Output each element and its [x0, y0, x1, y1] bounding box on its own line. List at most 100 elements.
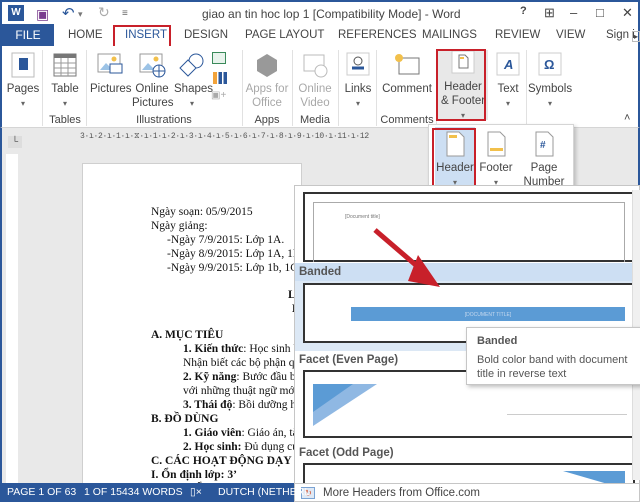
- doc-line: -Ngày 7/9/2015: Lớp 1A.: [167, 234, 285, 246]
- online-video-icon: [303, 54, 328, 78]
- doc-line: -Ngày 9/9/2015: Lớp 1b, 1C: [167, 262, 298, 274]
- tab-view[interactable]: VIEW: [556, 29, 585, 41]
- chart-icon[interactable]: [213, 72, 227, 84]
- undo-dropdown-icon[interactable]: ▾: [78, 9, 83, 20]
- title-bar: W ▣ ↶ ▾ ↻ ≡ giao an tin hoc lop 1 [Compa…: [0, 0, 640, 24]
- banded-heading: Banded: [295, 263, 639, 281]
- table-label: Table: [51, 83, 79, 95]
- online-pictures-button[interactable]: Online Pictures: [132, 52, 174, 110]
- svg-text:Ω: Ω: [544, 57, 554, 72]
- online-pictures-label: Online Pictures: [132, 83, 174, 109]
- links-button[interactable]: Links ▾: [342, 52, 374, 111]
- redo-icon[interactable]: ↻: [98, 4, 110, 21]
- tooltip-title: Banded: [477, 335, 518, 347]
- undo-icon[interactable]: ↶: [62, 4, 75, 22]
- document-page[interactable]: Ngày soạn: 05/9/2015 Ngày giảng: -Ngày 7…: [82, 163, 308, 495]
- apps-for-office-button[interactable]: Apps for Office: [245, 52, 289, 110]
- pictures-icon: [97, 53, 123, 74]
- comment-icon: [395, 54, 420, 75]
- tab-design[interactable]: DESIGN: [184, 29, 228, 41]
- shapes-button[interactable]: Shapes ▾: [174, 52, 214, 111]
- screenshot-icon[interactable]: ▣+: [211, 90, 226, 101]
- smartart-icon[interactable]: [212, 52, 226, 64]
- a2-text: : Bước đầu b: [236, 371, 296, 383]
- comment-button[interactable]: Comment: [380, 52, 434, 96]
- symbols-dropdown-icon: ▾: [547, 99, 552, 108]
- language-status[interactable]: DUTCH (NETHERL: [218, 483, 310, 502]
- text-button[interactable]: A Text ▾: [492, 52, 524, 111]
- word-count-status[interactable]: 1 OF 15434 WORDS: [84, 483, 183, 502]
- tab-selector-button[interactable]: └: [8, 136, 22, 148]
- online-pictures-icon: [139, 53, 166, 78]
- b2-label: 2. Học sinh:: [183, 441, 242, 453]
- links-dropdown-icon: ▾: [355, 99, 360, 108]
- horizontal-ruler[interactable]: 3·ı·2·ı·1·ı·⧖·ı·1·ı·2·ı·3·ı·4·ı·5·ı·6·ı·…: [80, 132, 440, 146]
- tabs-scroll-right-button[interactable]: ▸: [632, 31, 640, 42]
- annotation-arrow: [373, 228, 440, 287]
- section-c-heading: C. CÁC HOẠT ĐỘNG DẠY: [151, 455, 292, 467]
- tab-file[interactable]: FILE: [2, 24, 54, 46]
- b2-text: Đủ dụng cụ: [241, 441, 299, 453]
- minimize-button[interactable]: –: [570, 5, 577, 20]
- comment-label: Comment: [382, 83, 432, 95]
- apps-for-office-icon: [257, 54, 277, 77]
- facet-odd-header-thumbnail[interactable]: [303, 463, 635, 484]
- pages-dropdown-icon: ▾: [20, 99, 25, 108]
- proofing-icon[interactable]: ▯×: [190, 483, 202, 502]
- pictures-button[interactable]: Pictures: [90, 52, 132, 96]
- pictures-label: Pictures: [90, 83, 132, 95]
- tab-page-layout[interactable]: PAGE LAYOUT: [245, 29, 324, 41]
- header-footer-highlight: [436, 49, 486, 121]
- a3-label: 3. Thái độ: [183, 399, 233, 411]
- doc-line: 1. Giáo viên: Giáo án, tà: [183, 427, 298, 439]
- close-button[interactable]: ✕: [622, 5, 633, 21]
- section-a-heading: A. MỤC TIÊU: [151, 329, 224, 341]
- text-icon: A: [496, 52, 520, 76]
- group-media-label: Media: [300, 114, 330, 126]
- banded-tooltip: Banded Bold color band with document tit…: [466, 327, 640, 385]
- facet-even-graphic: [313, 384, 377, 426]
- table-dropdown-icon: ▾: [62, 99, 67, 108]
- collapse-ribbon-button[interactable]: ˄: [624, 112, 630, 124]
- help-button[interactable]: ?: [520, 5, 527, 17]
- doc-line: 1. Kiến thức: Học sinh b: [183, 343, 299, 355]
- tab-references[interactable]: REFERENCES: [338, 29, 417, 41]
- shapes-label: Shapes: [174, 83, 214, 95]
- text-dropdown-icon: ▾: [505, 99, 510, 108]
- sign-in-link[interactable]: Sign i: [606, 29, 635, 41]
- vertical-ruler[interactable]: [6, 154, 18, 484]
- apps-for-office-label: Apps for Office: [245, 83, 289, 109]
- footer-label: Footer: [479, 162, 513, 174]
- symbols-label: Symbols: [528, 83, 573, 95]
- more-headers-link[interactable]: ↻ More Headers from Office.com: [294, 483, 640, 502]
- ribbon-insert: Pages ▾ Table ▾ Tables Pictures Online Pic…: [0, 46, 640, 128]
- table-button[interactable]: Table ▾: [46, 52, 84, 111]
- a1-label: 1. Kiến thức: [183, 343, 244, 355]
- window-title: giao an tin hoc lop 1 [Compatibility Mod…: [202, 7, 461, 21]
- group-comments-label: Comments: [380, 114, 434, 126]
- a2-label: 2. Kỹ năng: [183, 371, 237, 383]
- tab-mailings[interactable]: MAILINGS: [422, 29, 477, 41]
- facet-odd-heading: Facet (Odd Page): [299, 447, 394, 459]
- customize-toolbar-icon[interactable]: ≡: [122, 8, 128, 19]
- b1-text: : Giáo án, tà: [241, 427, 298, 439]
- online-video-button[interactable]: Online Video: [295, 52, 335, 110]
- group-tables-label: Tables: [49, 114, 81, 126]
- ribbon-display-options-button[interactable]: ⊞: [544, 5, 555, 21]
- save-icon[interactable]: ▣: [36, 6, 49, 23]
- blank-header-thumbnail[interactable]: [Document title]: [303, 192, 635, 262]
- page-number-button[interactable]: # Page Number: [517, 127, 571, 189]
- ribbon-tabs: FILE HOME INSERT DESIGN PAGE LAYOUT REFE…: [0, 24, 640, 46]
- footer-button[interactable]: Footer ▾: [477, 127, 515, 190]
- tab-review[interactable]: REVIEW: [495, 29, 540, 41]
- maximize-button[interactable]: □: [596, 5, 604, 20]
- tab-home[interactable]: HOME: [68, 29, 103, 41]
- a3-text: : Bồi dưỡng h: [232, 399, 297, 411]
- b1-label: 1. Giáo viên: [183, 427, 242, 439]
- symbols-button[interactable]: Ω Symbols ▾: [528, 52, 572, 111]
- pages-icon: [11, 52, 35, 78]
- doc-line: 2. Kỹ năng: Bước đầu b: [183, 371, 296, 383]
- pages-button[interactable]: Pages ▾: [6, 52, 40, 111]
- page-count-status[interactable]: PAGE 1 OF 63: [7, 483, 76, 502]
- section-b-heading: B. ĐỒ DÙNG: [151, 413, 219, 425]
